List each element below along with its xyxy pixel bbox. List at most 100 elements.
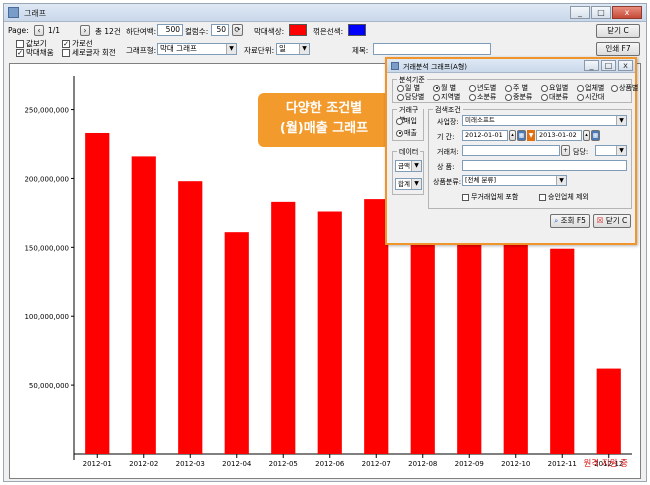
bar <box>178 181 203 454</box>
product-label: 상 품: <box>437 163 455 171</box>
title-bar[interactable]: 그래프 _ □ x <box>4 4 646 22</box>
next-page-icon[interactable]: › <box>80 25 90 36</box>
dialog-close-button[interactable]: ☒ 닫기 C <box>593 214 631 228</box>
analysis-dialog: 거래분석 그래프(A형) _ □ x 분석기준 일 별월 별 년도별 주 별 요일별 업… <box>385 57 638 245</box>
bar <box>596 368 621 454</box>
bar-fill-checkbox[interactable]: ✓ 막대채움 <box>16 47 54 58</box>
chevron-down-icon: ▼ <box>411 161 421 171</box>
manager-label: 담당: <box>573 148 589 156</box>
search-icon: ⌕ <box>554 216 559 225</box>
close-button[interactable]: 닫기 C <box>596 24 640 38</box>
rotate-text-checkbox[interactable]: 세로글자 회전 <box>62 47 116 58</box>
radio-selected-icon <box>396 129 403 137</box>
bar-color-label: 막대색상: <box>254 27 285 36</box>
close-icon[interactable]: x <box>618 60 633 71</box>
basis-option[interactable]: 지역별 <box>433 92 460 102</box>
radio-icon <box>397 84 404 92</box>
prev-page-icon[interactable]: ‹ <box>34 25 44 36</box>
graph-type-select[interactable]: 막대 그래프 ▼ <box>157 43 237 55</box>
line-color-label: 꺾은선색: <box>313 27 344 36</box>
x-tick-label: 2012-11 <box>548 460 577 468</box>
calendar-icon[interactable]: ▦ <box>591 130 600 141</box>
include-no-trade-checkbox[interactable]: 무거래업체 포함 <box>462 192 518 202</box>
radio-icon <box>397 93 404 101</box>
vendor-input[interactable] <box>462 145 560 156</box>
site-label: 사업장: <box>437 118 459 126</box>
close-window-button[interactable]: x <box>612 6 642 19</box>
toolbar: Page: ‹ 1/1 › 총 12건 하단여백: 500 컬럼수: 50 ⟳ … <box>4 23 646 61</box>
basis-option[interactable]: 상품별 <box>611 83 638 93</box>
date-spin-icon[interactable]: ▴ <box>583 130 590 141</box>
maximize-button[interactable]: □ <box>591 6 611 19</box>
calendar-icon[interactable]: ▦ <box>517 130 526 141</box>
column-count-label: 컬럼수: <box>185 27 209 36</box>
y-tick-label: 100,000,000 <box>24 313 69 321</box>
data-group: 데이터 금액 ▼ 합계 ▼ <box>392 147 424 195</box>
minimize-button[interactable]: _ <box>570 6 590 19</box>
x-tick-label: 2012-06 <box>315 460 345 468</box>
callout-line-2: (월)매출 그래프 <box>279 121 369 136</box>
feature-callout: 다양한 조건별 (월)매출 그래프 <box>258 93 390 147</box>
radio-icon <box>611 84 618 92</box>
basis-option[interactable]: 중분류 <box>505 92 532 102</box>
chevron-down-icon: ▼ <box>616 146 626 155</box>
chevron-down-icon: ▼ <box>226 44 236 54</box>
basis-option[interactable]: 시간대 <box>577 92 604 102</box>
y-tick-label: 250,000,000 <box>24 107 69 115</box>
remote-support-status: 원격 지원 중 <box>583 459 628 469</box>
maximize-icon[interactable]: □ <box>601 60 616 71</box>
bar-color-swatch[interactable] <box>289 24 307 36</box>
minimize-icon[interactable]: _ <box>584 60 599 71</box>
x-tick-label: 2012-09 <box>455 460 484 468</box>
category-select[interactable]: [전체 분류] ▼ <box>462 175 567 186</box>
period-label: 기 간: <box>437 133 455 141</box>
dialog-title-bar[interactable]: 거래분석 그래프(A형) _ □ x <box>387 59 635 73</box>
bottom-margin-input[interactable]: 500 <box>157 24 183 36</box>
column-count-input[interactable]: 50 <box>211 24 229 36</box>
basis-option[interactable]: 대분류 <box>541 92 568 102</box>
x-tick-label: 2012-04 <box>222 460 252 468</box>
radio-selected-icon <box>433 84 440 92</box>
basis-group: 분석기준 일 별월 별 년도별 주 별 요일별 업체별 상품별 담당별 지역별 소분류 중분류 대분… <box>392 75 638 103</box>
checkbox-icon <box>62 49 70 57</box>
bar <box>131 156 156 454</box>
x-tick-label: 2012-03 <box>176 460 205 468</box>
category-label: 상품분류: <box>433 178 462 186</box>
graph-type-label: 그래프형: <box>126 46 157 55</box>
exclude-approved-checkbox[interactable]: 승인업체 제외 <box>539 192 589 202</box>
trade-option-purchase[interactable]: 매입 <box>396 116 417 126</box>
x-tick-label: 2012-08 <box>408 460 437 468</box>
page-value: 1/1 <box>48 26 61 35</box>
total-count: 총 12건 <box>95 27 121 36</box>
line-color-swatch[interactable] <box>348 24 366 36</box>
subject-input[interactable] <box>373 43 491 55</box>
manager-input[interactable]: ▼ <box>595 145 627 156</box>
radio-icon <box>541 84 548 92</box>
chevron-down-icon: ▼ <box>616 116 626 125</box>
refresh-icon[interactable]: ⟳ <box>232 24 243 36</box>
x-tick-label: 2012-07 <box>362 460 391 468</box>
bar <box>317 211 342 454</box>
date-to-input[interactable]: 2013-01-02 <box>536 130 582 141</box>
basis-option[interactable]: 소분류 <box>469 92 496 102</box>
date-from-input[interactable]: 2012-01-01 <box>462 130 508 141</box>
basis-option[interactable]: 담당별 <box>397 92 424 102</box>
data-unit-label: 자료단위: <box>244 46 275 55</box>
data-sum-select[interactable]: 합계 ▼ <box>395 178 422 190</box>
site-select[interactable]: 미래소프트 ▼ <box>462 115 627 126</box>
product-input[interactable] <box>462 160 627 171</box>
radio-icon <box>433 93 440 101</box>
trade-option-sales[interactable]: 매출 <box>396 128 417 138</box>
checkbox-icon <box>462 193 469 201</box>
bar <box>85 132 110 454</box>
data-amount-select[interactable]: 금액 ▼ <box>395 160 422 172</box>
x-tick-label: 2012-02 <box>129 460 158 468</box>
checkbox-checked-icon: ✓ <box>16 49 24 57</box>
data-unit-select[interactable]: 일 ▼ <box>276 43 310 55</box>
vendor-search-icon[interactable]: + <box>561 145 570 156</box>
print-button[interactable]: 인쇄 F7 <box>596 42 640 56</box>
dialog-title: 거래분석 그래프(A형) <box>403 63 467 71</box>
search-button[interactable]: ⌕ 조회 F5 <box>550 214 590 228</box>
date-spin-icon[interactable]: ▴ <box>509 130 516 141</box>
radio-icon <box>541 93 548 101</box>
